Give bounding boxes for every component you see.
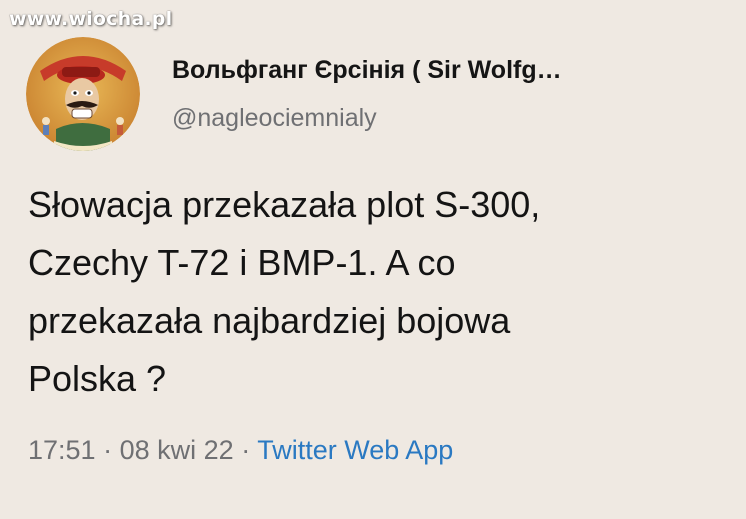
- display-name[interactable]: Вольфганг Єрсінія ( Sir Wolfg…: [172, 56, 562, 85]
- tweet-text: Słowacja przekazała plot S-300, Czechy T…: [28, 176, 728, 408]
- watermark-logo: www.wiocha.pl: [9, 8, 173, 30]
- avatar-image: [26, 37, 140, 151]
- user-handle[interactable]: @nagleociemnialy: [172, 104, 377, 133]
- tweet-text-line: przekazała najbardziej bojowa: [28, 300, 511, 341]
- tweet-time[interactable]: 17:51: [28, 435, 96, 465]
- tweet-metadata: 17:51 · 08 kwi 22 · Twitter Web App: [28, 435, 453, 466]
- tweet-text-line: Czechy T-72 i BMP-1. A co: [28, 242, 456, 283]
- separator: ·: [103, 435, 113, 465]
- profile-avatar[interactable]: [26, 37, 140, 151]
- tweet-date[interactable]: 08 kwi 22: [120, 435, 234, 465]
- tweet-text-line: Słowacja przekazała plot S-300,: [28, 184, 541, 225]
- source-app-link[interactable]: Twitter Web App: [257, 435, 453, 465]
- separator: ·: [241, 435, 251, 465]
- tweet-text-line: Polska ?: [28, 358, 167, 399]
